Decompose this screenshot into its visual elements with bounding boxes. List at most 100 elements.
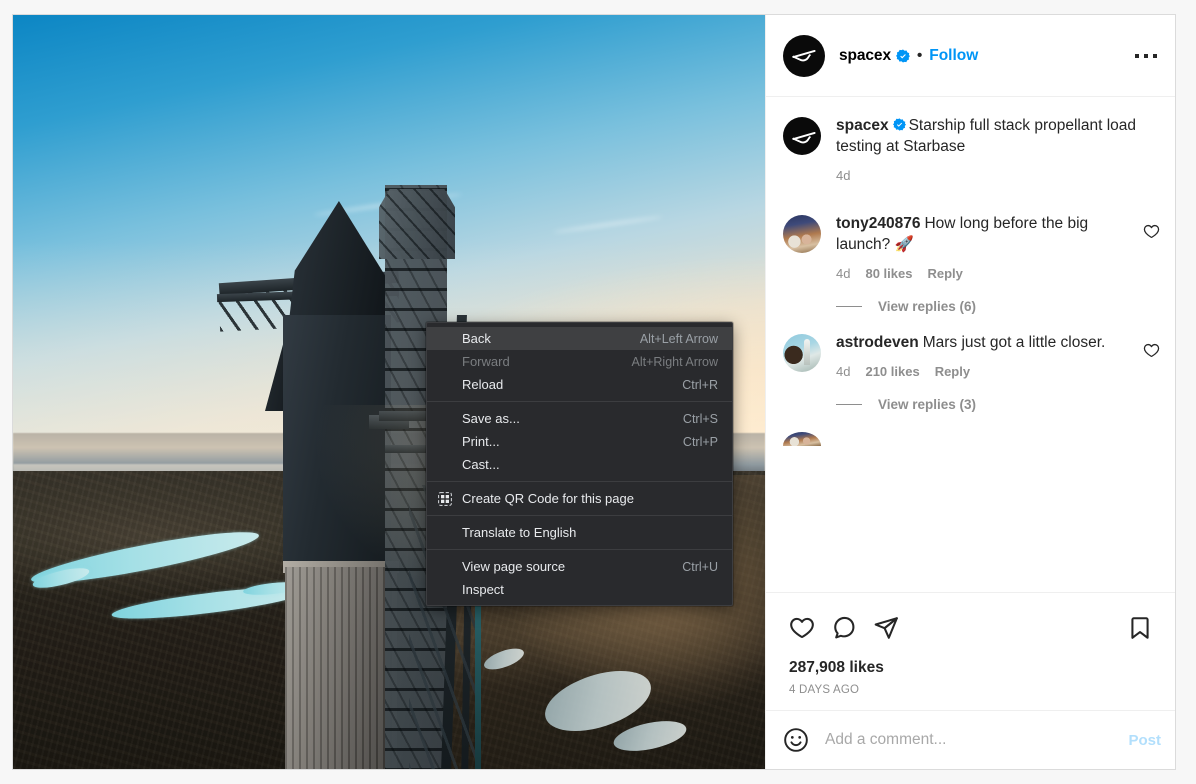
menu-item-label: Cast... [462, 457, 500, 472]
menu-item-accelerator: Alt+Right Arrow [631, 354, 719, 369]
menu-item-accelerator: Alt+Left Arrow [639, 331, 718, 346]
bookmark-icon[interactable] [1119, 607, 1161, 649]
verified-badge-icon [895, 48, 910, 63]
booster-ring-texture [285, 567, 397, 769]
menu-item-label: Save as... [462, 411, 520, 426]
follow-button[interactable]: Follow [929, 47, 978, 65]
comment-reply-button[interactable]: Reply [927, 266, 962, 281]
context-menu-item-cast[interactable]: Cast... [427, 453, 732, 476]
context-menu-item-create-qr-code[interactable]: Create QR Code for this page [427, 487, 732, 510]
comments-scroll-area[interactable]: spacex Starship full stack propellant loa… [766, 97, 1175, 592]
context-menu-group-developer: View page source Ctrl+U Inspect [427, 555, 732, 605]
menu-item-accelerator: Ctrl+U [682, 559, 718, 574]
avatar[interactable] [783, 215, 821, 253]
context-menu-group-translate: Translate to English [427, 521, 732, 544]
replies-dash-icon [836, 404, 862, 405]
menu-item-label: Forward [462, 354, 510, 369]
context-menu-group-qr: Create QR Code for this page [427, 487, 732, 510]
caption-body: spacex Starship full stack propellant loa… [836, 115, 1161, 183]
menu-item-label: Back [462, 331, 491, 346]
browser-context-menu[interactable]: Back Alt+Left Arrow Forward Alt+Right Ar… [426, 322, 733, 606]
browser-viewport: spacex • Follow spacex Starship full sta… [0, 0, 1196, 784]
menu-item-accelerator: Ctrl+P [682, 434, 718, 449]
comment-meta: 4d 210 likes Reply [836, 364, 1135, 379]
caption-username[interactable]: spacex [836, 117, 889, 134]
comment-text-line: tony240876 How long before the big launch… [836, 213, 1135, 255]
comment-likes[interactable]: 210 likes [865, 364, 919, 379]
view-replies-button[interactable]: View replies (6) [878, 299, 976, 314]
action-icon-row [781, 601, 1161, 651]
launch-tower-top-lattice [379, 189, 455, 259]
replies-dash-icon [836, 306, 862, 307]
menu-separator [427, 515, 732, 516]
view-replies-button[interactable]: View replies (3) [878, 397, 976, 412]
comment-username[interactable]: tony240876 [836, 215, 920, 232]
caption-meta: 4d [836, 168, 1161, 183]
more-options-icon[interactable] [1131, 46, 1161, 66]
menu-item-accelerator: Ctrl+S [682, 411, 718, 426]
comment-timestamp: 4d [836, 364, 851, 379]
menu-separator [427, 401, 732, 402]
heart-icon[interactable] [781, 607, 823, 649]
post-header: spacex • Follow [766, 15, 1175, 97]
context-menu-item-back[interactable]: Back Alt+Left Arrow [427, 327, 732, 350]
post-comment-button[interactable]: Post [1128, 732, 1161, 749]
tower-arm-segment [379, 411, 431, 421]
context-menu-item-inspect[interactable]: Inspect [427, 578, 732, 601]
comment-body: astrodeven Mars just got a little closer.… [836, 332, 1135, 379]
share-paperplane-icon[interactable] [865, 607, 907, 649]
menu-item-label: Translate to English [462, 525, 577, 540]
header-username[interactable]: spacex [839, 47, 891, 65]
comment-body: tony240876 How long before the big launch… [836, 213, 1135, 281]
comment-likes[interactable]: 80 likes [865, 266, 912, 281]
menu-item-label: Reload [462, 377, 504, 392]
avatar[interactable] [783, 34, 825, 77]
post-actions: 287,908 likes 4 DAYS AGO [766, 592, 1175, 710]
comment-bubble-icon[interactable] [823, 607, 865, 649]
context-menu-item-translate[interactable]: Translate to English [427, 521, 732, 544]
menu-item-label: Create QR Code for this page [462, 491, 634, 506]
post-sidebar: spacex • Follow spacex Starship full sta… [765, 15, 1175, 769]
menu-item-accelerator: Ctrl+R [682, 377, 718, 392]
header-separator: • [916, 47, 923, 64]
menu-separator [427, 549, 732, 550]
context-menu-group-save: Save as... Ctrl+S Print... Ctrl+P Cast..… [427, 407, 732, 476]
comment-timestamp: 4d [836, 266, 851, 281]
post-timestamp: 4 DAYS AGO [789, 684, 860, 696]
menu-item-label: Inspect [462, 582, 504, 597]
avatar[interactable] [783, 334, 821, 372]
context-menu-item-forward: Forward Alt+Right Arrow [427, 350, 732, 373]
view-replies-row[interactable]: View replies (3) [836, 397, 1161, 412]
add-comment-bar: Post [766, 710, 1175, 769]
comment-meta: 4d 80 likes Reply [836, 266, 1135, 281]
caption-text-line: spacex Starship full stack propellant loa… [836, 115, 1161, 157]
context-menu-item-view-page-source[interactable]: View page source Ctrl+U [427, 555, 732, 578]
comment-reply-button[interactable]: Reply [935, 364, 970, 379]
context-menu-item-print[interactable]: Print... Ctrl+P [427, 430, 732, 453]
context-menu-item-save-as[interactable]: Save as... Ctrl+S [427, 407, 732, 430]
verified-badge-icon [892, 116, 906, 131]
caption-timestamp: 4d [836, 168, 851, 183]
comment-item: tony240876 How long before the big launch… [783, 213, 1161, 281]
comment-like-icon[interactable] [1143, 223, 1161, 281]
view-replies-row[interactable]: View replies (6) [836, 299, 1161, 314]
menu-separator [427, 481, 732, 482]
avatar[interactable] [783, 117, 821, 155]
add-comment-input[interactable] [825, 731, 1113, 749]
comment-username[interactable]: astrodeven [836, 334, 919, 351]
starship-body [283, 315, 391, 571]
qr-code-icon [438, 491, 452, 506]
likes-count[interactable]: 287,908 likes [781, 651, 1161, 677]
menu-item-label: View page source [462, 559, 566, 574]
context-menu-item-reload[interactable]: Reload Ctrl+R [427, 373, 732, 396]
comment-item: astrodeven Mars just got a little closer.… [783, 332, 1161, 379]
context-menu-group-navigation: Back Alt+Left Arrow Forward Alt+Right Ar… [427, 323, 732, 396]
header-username-group: spacex • Follow [839, 47, 978, 65]
menu-item-label: Print... [462, 434, 500, 449]
avatar[interactable] [783, 432, 821, 446]
tower-arm-segment [385, 445, 429, 453]
comment-item-clipped [783, 430, 1161, 446]
emoji-smiley-icon[interactable] [783, 727, 809, 753]
comment-text-line: astrodeven Mars just got a little closer. [836, 332, 1135, 353]
comment-like-icon[interactable] [1143, 342, 1161, 379]
